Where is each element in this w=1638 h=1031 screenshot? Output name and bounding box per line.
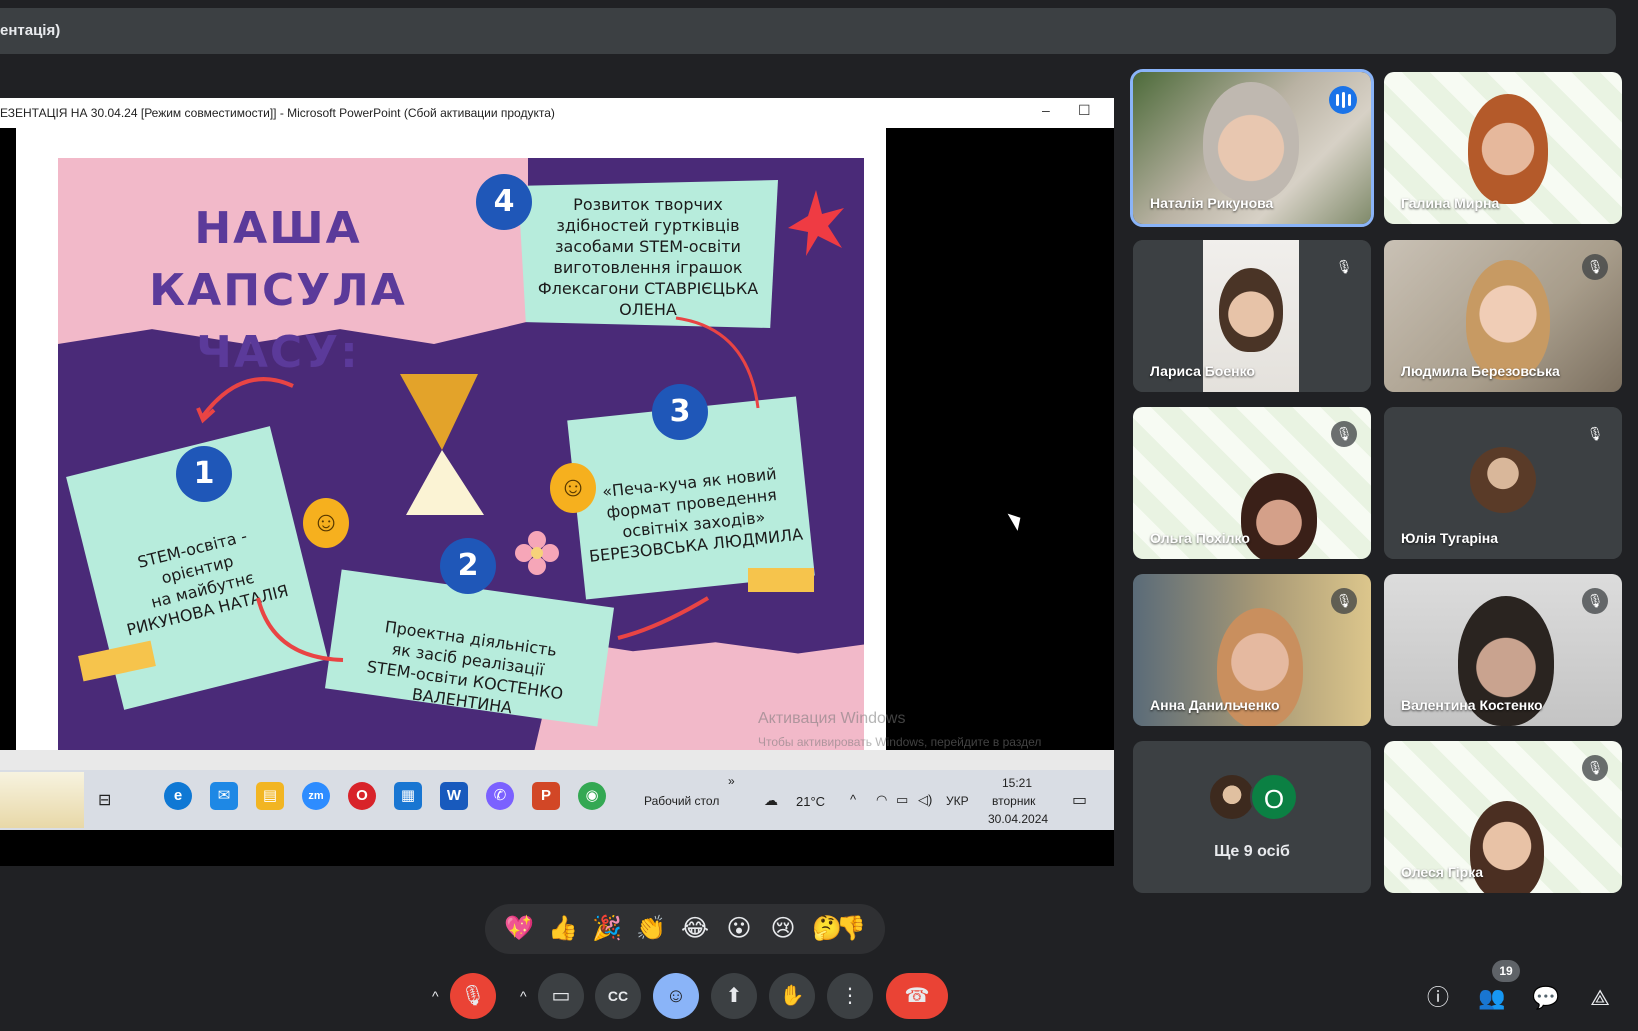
audio-options-chevron-icon[interactable]: ^ bbox=[432, 973, 439, 1019]
participant-tile[interactable]: 🎙 Людмила Березовська bbox=[1384, 240, 1622, 392]
camera-toggle-button[interactable]: ▭ bbox=[538, 973, 584, 1019]
participant-face bbox=[1241, 473, 1317, 559]
mic-toggle-button[interactable]: 🎙 bbox=[450, 973, 496, 1019]
shared-screen: ЕЗЕНТАЦІЯ НА 30.04.24 [Режим совместимос… bbox=[0, 98, 1114, 866]
powerpoint-window-title: ЕЗЕНТАЦІЯ НА 30.04.24 [Режим совместимос… bbox=[0, 106, 555, 120]
chrome-icon[interactable]: ◉ bbox=[578, 782, 606, 810]
chat-button[interactable]: 💬 bbox=[1530, 982, 1562, 1014]
participant-tile[interactable]: 🎙 Лариса Боенко bbox=[1133, 240, 1371, 392]
tray-chevron-icon[interactable]: ^ bbox=[850, 792, 856, 807]
captions-button[interactable]: CC bbox=[595, 973, 641, 1019]
participant-avatar bbox=[1208, 773, 1256, 821]
participant-tile[interactable]: 🎙 Юлія Тугаріна bbox=[1384, 407, 1622, 559]
mic-off-icon: 🎙 bbox=[1331, 588, 1357, 614]
reaction-laugh-icon[interactable]: 😂 bbox=[679, 913, 711, 945]
arrow-decorations bbox=[196, 316, 760, 662]
participant-initial-avatar: О bbox=[1250, 773, 1298, 821]
mic-off-icon: 🎙 bbox=[1331, 421, 1357, 447]
participant-name: Юлія Тугаріна bbox=[1401, 530, 1499, 546]
powerpoint-icon[interactable]: P bbox=[532, 782, 560, 810]
participant-name: Людмила Березовська bbox=[1401, 363, 1560, 379]
reaction-surprised-icon[interactable]: 😮 bbox=[723, 913, 755, 945]
video-options-chevron-icon[interactable]: ^ bbox=[520, 973, 527, 1019]
network-icon[interactable]: ◠ bbox=[876, 792, 887, 808]
slide: НАША КАПСУЛА ЧАСУ: Розвиток творчих здіб… bbox=[58, 158, 864, 752]
people-button[interactable]: 👥 bbox=[1476, 982, 1508, 1014]
activities-button[interactable]: ⟁ bbox=[1584, 982, 1616, 1014]
reaction-clap-icon[interactable]: 👏 bbox=[635, 913, 667, 945]
more-participants-label: Ще 9 осіб bbox=[1214, 843, 1290, 860]
participant-tile[interactable]: 🎙 Олеся Гірка bbox=[1384, 741, 1622, 893]
reaction-heart-icon[interactable]: 💖 bbox=[503, 913, 535, 945]
meeting-title: ентація) bbox=[0, 22, 61, 39]
more-participants-tile[interactable]: О Ще 9 осіб bbox=[1133, 741, 1371, 893]
participant-count-badge: 19 bbox=[1492, 960, 1520, 982]
mic-off-icon: 🎙 bbox=[1582, 755, 1608, 781]
mic-off-icon: 🎙 bbox=[1582, 588, 1608, 614]
word-icon[interactable]: W bbox=[440, 782, 468, 810]
windows-activation-title: Активация Windows bbox=[758, 710, 906, 727]
windows-taskbar: ⊟ e ✉ ▤ zm O ▦ W ✆ P ◉ Рабочий стол » ☁ … bbox=[0, 770, 1114, 830]
reaction-thumbs-up-icon[interactable]: 👍 bbox=[547, 913, 579, 945]
task-view-icon[interactable]: ⊟ bbox=[98, 790, 111, 810]
toolbar-chevron-icon[interactable]: » bbox=[728, 774, 735, 788]
language-indicator[interactable]: УКР bbox=[946, 794, 969, 808]
store-icon[interactable]: ▦ bbox=[394, 782, 422, 810]
meeting-info-button[interactable]: ⓘ bbox=[1422, 982, 1454, 1014]
edge-icon[interactable]: e bbox=[164, 782, 192, 810]
mouse-cursor-icon bbox=[1007, 509, 1026, 531]
opera-icon[interactable]: O bbox=[348, 782, 376, 810]
powerpoint-statusbar bbox=[0, 750, 1114, 770]
mic-off-icon: 🎙 bbox=[1582, 254, 1608, 280]
participant-name: Наталія Рикунова bbox=[1150, 195, 1274, 211]
mail-icon[interactable]: ✉ bbox=[210, 782, 238, 810]
participant-name: Валентина Костенко bbox=[1401, 697, 1543, 713]
participant-name: Галина Мирна bbox=[1401, 195, 1500, 211]
mic-off-icon: 🎙 bbox=[1331, 254, 1357, 280]
reaction-party-icon[interactable]: 🎉 bbox=[591, 913, 623, 945]
participant-face bbox=[1219, 268, 1283, 352]
participant-name: Ольга Похілко bbox=[1150, 530, 1250, 546]
volume-icon[interactable]: ◁) bbox=[918, 792, 932, 808]
more-options-button[interactable]: ⋮ bbox=[827, 973, 873, 1019]
reactions-bar: 💖 👍 🎉 👏 😂 😮 😢 🤔 👎 bbox=[485, 904, 885, 954]
clock-time[interactable]: 15:21 bbox=[1002, 776, 1032, 790]
desktop-toolbar-label[interactable]: Рабочий стол bbox=[644, 794, 719, 808]
participant-tile[interactable]: Наталія Рикунова bbox=[1130, 69, 1374, 227]
clock-date[interactable]: 30.04.2024 bbox=[988, 812, 1048, 826]
desktop-thumbnail[interactable] bbox=[0, 772, 84, 828]
participant-name: Олеся Гірка bbox=[1401, 864, 1484, 880]
participant-tile[interactable]: 🎙 Валентина Костенко bbox=[1384, 574, 1622, 726]
file-explorer-icon[interactable]: ▤ bbox=[256, 782, 284, 810]
participant-tile[interactable]: 🎙 Анна Данильченко bbox=[1133, 574, 1371, 726]
speaking-indicator-icon bbox=[1329, 86, 1357, 114]
present-screen-button[interactable]: ⬆ bbox=[711, 973, 757, 1019]
reactions-button[interactable]: ☺ bbox=[653, 973, 699, 1019]
participant-name: Анна Данильченко bbox=[1150, 697, 1280, 713]
slide-canvas: НАША КАПСУЛА ЧАСУ: Розвиток творчих здіб… bbox=[16, 128, 886, 780]
maximize-icon[interactable]: ☐ bbox=[1078, 102, 1091, 119]
temperature[interactable]: 21°C bbox=[796, 794, 825, 809]
minimize-icon[interactable]: – bbox=[1042, 102, 1050, 118]
leave-call-button[interactable]: ☎ bbox=[886, 973, 948, 1019]
zoom-icon[interactable]: zm bbox=[302, 782, 330, 810]
participant-tile[interactable]: 🎙 Ольга Похілко bbox=[1133, 407, 1371, 559]
participant-tile[interactable]: Галина Мирна bbox=[1384, 72, 1622, 224]
participant-face bbox=[1203, 82, 1299, 202]
reaction-thumbs-down-icon[interactable]: 👎 bbox=[835, 913, 867, 945]
participant-avatar bbox=[1470, 447, 1536, 513]
viber-icon[interactable]: ✆ bbox=[486, 782, 514, 810]
raise-hand-button[interactable]: ✋ bbox=[769, 973, 815, 1019]
powerpoint-titlebar: ЕЗЕНТАЦІЯ НА 30.04.24 [Режим совместимос… bbox=[0, 98, 1114, 128]
participant-face bbox=[1468, 94, 1548, 204]
reaction-sad-icon[interactable]: 😢 bbox=[767, 913, 799, 945]
meeting-title-bar: ентація) bbox=[0, 8, 1616, 54]
participant-face bbox=[1466, 260, 1550, 380]
clock-weekday[interactable]: вторник bbox=[992, 794, 1035, 808]
participant-name: Лариса Боенко bbox=[1150, 363, 1255, 379]
notifications-icon[interactable]: ▭ bbox=[1072, 790, 1087, 810]
weather-icon: ☁ bbox=[764, 792, 778, 808]
mic-off-icon: 🎙 bbox=[1586, 426, 1604, 441]
battery-icon[interactable]: ▭ bbox=[896, 792, 908, 808]
